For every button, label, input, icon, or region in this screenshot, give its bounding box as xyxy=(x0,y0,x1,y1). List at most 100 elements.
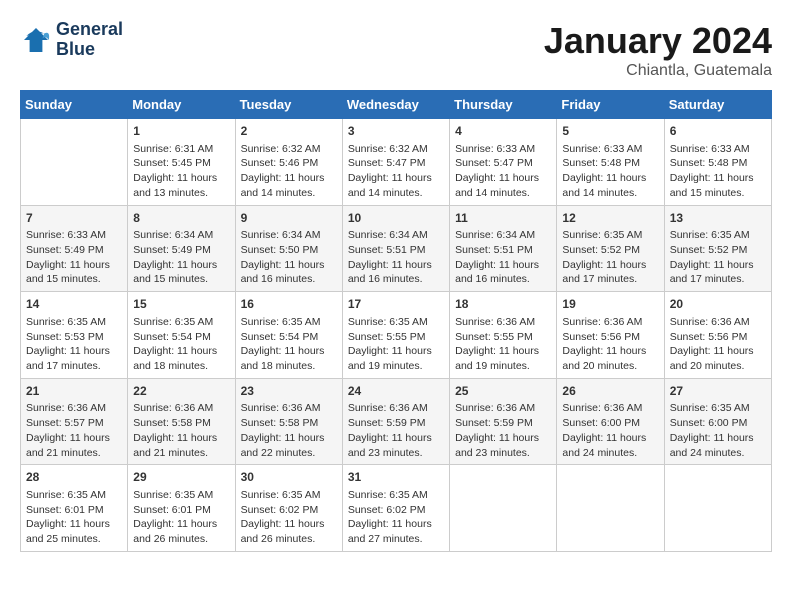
calendar-table: SundayMondayTuesdayWednesdayThursdayFrid… xyxy=(20,90,772,552)
day-detail: Sunrise: 6:33 AM Sunset: 5:49 PM Dayligh… xyxy=(26,228,122,287)
calendar-cell: 18Sunrise: 6:36 AM Sunset: 5:55 PM Dayli… xyxy=(450,292,557,379)
day-number: 29 xyxy=(133,469,229,486)
day-detail: Sunrise: 6:35 AM Sunset: 5:54 PM Dayligh… xyxy=(241,315,337,374)
weekday-header-sunday: Sunday xyxy=(21,91,128,119)
logo-icon xyxy=(20,24,52,56)
day-number: 17 xyxy=(348,296,444,313)
day-number: 15 xyxy=(133,296,229,313)
calendar-cell: 28Sunrise: 6:35 AM Sunset: 6:01 PM Dayli… xyxy=(21,465,128,552)
month-title: January 2024 xyxy=(544,20,772,62)
day-number: 7 xyxy=(26,210,122,227)
calendar-cell: 12Sunrise: 6:35 AM Sunset: 5:52 PM Dayli… xyxy=(557,205,664,292)
calendar-cell: 9Sunrise: 6:34 AM Sunset: 5:50 PM Daylig… xyxy=(235,205,342,292)
day-number: 27 xyxy=(670,383,766,400)
day-number: 14 xyxy=(26,296,122,313)
day-number: 18 xyxy=(455,296,551,313)
page-header: General Blue January 2024 Chiantla, Guat… xyxy=(20,20,772,80)
calendar-cell xyxy=(664,465,771,552)
calendar-cell: 5 Sunrise: 6:33 AM Sunset: 5:48 PM Daylig… xyxy=(557,119,664,206)
calendar-cell: 22Sunrise: 6:36 AM Sunset: 5:58 PM Dayli… xyxy=(128,378,235,465)
day-number: 5 xyxy=(562,123,658,140)
calendar-cell: 2 Sunrise: 6:32 AM Sunset: 5:46 PM Daylig… xyxy=(235,119,342,206)
day-detail: Sunrise: 6:35 AM Sunset: 6:00 PM Dayligh… xyxy=(670,401,766,460)
calendar-cell: 6 Sunrise: 6:33 AM Sunset: 5:48 PM Daylig… xyxy=(664,119,771,206)
day-detail: Sunrise: 6:32 AM Sunset: 5:46 PM Dayligh… xyxy=(241,142,337,201)
calendar-cell: 23Sunrise: 6:36 AM Sunset: 5:58 PM Dayli… xyxy=(235,378,342,465)
day-number: 22 xyxy=(133,383,229,400)
calendar-week-row: 28Sunrise: 6:35 AM Sunset: 6:01 PM Dayli… xyxy=(21,465,772,552)
day-detail: Sunrise: 6:35 AM Sunset: 5:53 PM Dayligh… xyxy=(26,315,122,374)
calendar-cell xyxy=(21,119,128,206)
day-number: 8 xyxy=(133,210,229,227)
day-number: 19 xyxy=(562,296,658,313)
day-number: 12 xyxy=(562,210,658,227)
calendar-cell: 21Sunrise: 6:36 AM Sunset: 5:57 PM Dayli… xyxy=(21,378,128,465)
day-detail: Sunrise: 6:33 AM Sunset: 5:48 PM Dayligh… xyxy=(670,142,766,201)
day-detail: Sunrise: 6:36 AM Sunset: 5:58 PM Dayligh… xyxy=(133,401,229,460)
calendar-cell: 10Sunrise: 6:34 AM Sunset: 5:51 PM Dayli… xyxy=(342,205,449,292)
day-number: 31 xyxy=(348,469,444,486)
weekday-header-saturday: Saturday xyxy=(664,91,771,119)
day-number: 24 xyxy=(348,383,444,400)
day-number: 9 xyxy=(241,210,337,227)
day-detail: Sunrise: 6:36 AM Sunset: 5:59 PM Dayligh… xyxy=(455,401,551,460)
calendar-cell: 17Sunrise: 6:35 AM Sunset: 5:55 PM Dayli… xyxy=(342,292,449,379)
calendar-cell: 15 Sunrise: 6:35 AM Sunset: 5:54 PM Dayli… xyxy=(128,292,235,379)
day-detail: Sunrise: 6:35 AM Sunset: 6:01 PM Dayligh… xyxy=(133,488,229,547)
day-number: 23 xyxy=(241,383,337,400)
day-detail: Sunrise: 6:32 AM Sunset: 5:47 PM Dayligh… xyxy=(348,142,444,201)
calendar-cell: 13Sunrise: 6:35 AM Sunset: 5:52 PM Dayli… xyxy=(664,205,771,292)
day-detail: Sunrise: 6:34 AM Sunset: 5:50 PM Dayligh… xyxy=(241,228,337,287)
day-number: 3 xyxy=(348,123,444,140)
day-detail: Sunrise: 6:33 AM Sunset: 5:47 PM Dayligh… xyxy=(455,142,551,201)
title-block: January 2024 Chiantla, Guatemala xyxy=(544,20,772,80)
weekday-header-wednesday: Wednesday xyxy=(342,91,449,119)
calendar-cell: 16Sunrise: 6:35 AM Sunset: 5:54 PM Dayli… xyxy=(235,292,342,379)
calendar-week-row: 7Sunrise: 6:33 AM Sunset: 5:49 PM Daylig… xyxy=(21,205,772,292)
weekday-header-tuesday: Tuesday xyxy=(235,91,342,119)
calendar-cell: 24Sunrise: 6:36 AM Sunset: 5:59 PM Dayli… xyxy=(342,378,449,465)
day-detail: Sunrise: 6:35 AM Sunset: 5:54 PM Dayligh… xyxy=(133,315,229,374)
calendar-cell xyxy=(557,465,664,552)
weekday-header-thursday: Thursday xyxy=(450,91,557,119)
day-number: 10 xyxy=(348,210,444,227)
calendar-cell: 25Sunrise: 6:36 AM Sunset: 5:59 PM Dayli… xyxy=(450,378,557,465)
day-detail: Sunrise: 6:33 AM Sunset: 5:48 PM Dayligh… xyxy=(562,142,658,201)
day-number: 6 xyxy=(670,123,766,140)
logo-line1: General xyxy=(56,19,123,39)
day-detail: Sunrise: 6:35 AM Sunset: 6:02 PM Dayligh… xyxy=(241,488,337,547)
day-detail: Sunrise: 6:36 AM Sunset: 5:56 PM Dayligh… xyxy=(670,315,766,374)
day-number: 25 xyxy=(455,383,551,400)
calendar-cell: 27Sunrise: 6:35 AM Sunset: 6:00 PM Dayli… xyxy=(664,378,771,465)
day-detail: Sunrise: 6:36 AM Sunset: 5:56 PM Dayligh… xyxy=(562,315,658,374)
day-detail: Sunrise: 6:35 AM Sunset: 6:02 PM Dayligh… xyxy=(348,488,444,547)
weekday-header-friday: Friday xyxy=(557,91,664,119)
day-number: 2 xyxy=(241,123,337,140)
day-detail: Sunrise: 6:31 AM Sunset: 5:45 PM Dayligh… xyxy=(133,142,229,201)
day-number: 11 xyxy=(455,210,551,227)
day-detail: Sunrise: 6:34 AM Sunset: 5:51 PM Dayligh… xyxy=(348,228,444,287)
logo: General Blue xyxy=(20,20,123,60)
calendar-cell: 19 Sunrise: 6:36 AM Sunset: 5:56 PM Dayli… xyxy=(557,292,664,379)
calendar-cell: 20Sunrise: 6:36 AM Sunset: 5:56 PM Dayli… xyxy=(664,292,771,379)
day-number: 1 xyxy=(133,123,229,140)
logo-line2: Blue xyxy=(56,39,95,59)
day-number: 13 xyxy=(670,210,766,227)
calendar-week-row: 14 Sunrise: 6:35 AM Sunset: 5:53 PM Dayli… xyxy=(21,292,772,379)
calendar-cell: 14 Sunrise: 6:35 AM Sunset: 5:53 PM Dayli… xyxy=(21,292,128,379)
calendar-week-row: 21Sunrise: 6:36 AM Sunset: 5:57 PM Dayli… xyxy=(21,378,772,465)
calendar-cell: 7Sunrise: 6:33 AM Sunset: 5:49 PM Daylig… xyxy=(21,205,128,292)
calendar-cell: 4Sunrise: 6:33 AM Sunset: 5:47 PM Daylig… xyxy=(450,119,557,206)
logo-text: General Blue xyxy=(56,20,123,60)
day-detail: Sunrise: 6:35 AM Sunset: 5:52 PM Dayligh… xyxy=(562,228,658,287)
calendar-cell: 26Sunrise: 6:36 AM Sunset: 6:00 PM Dayli… xyxy=(557,378,664,465)
day-number: 21 xyxy=(26,383,122,400)
weekday-header-monday: Monday xyxy=(128,91,235,119)
day-detail: Sunrise: 6:36 AM Sunset: 6:00 PM Dayligh… xyxy=(562,401,658,460)
calendar-cell: 11Sunrise: 6:34 AM Sunset: 5:51 PM Dayli… xyxy=(450,205,557,292)
calendar-cell: 29 Sunrise: 6:35 AM Sunset: 6:01 PM Dayli… xyxy=(128,465,235,552)
calendar-cell: 1 Sunrise: 6:31 AM Sunset: 5:45 PM Daylig… xyxy=(128,119,235,206)
calendar-cell: 31 Sunrise: 6:35 AM Sunset: 6:02 PM Dayli… xyxy=(342,465,449,552)
location-subtitle: Chiantla, Guatemala xyxy=(544,62,772,80)
day-number: 26 xyxy=(562,383,658,400)
